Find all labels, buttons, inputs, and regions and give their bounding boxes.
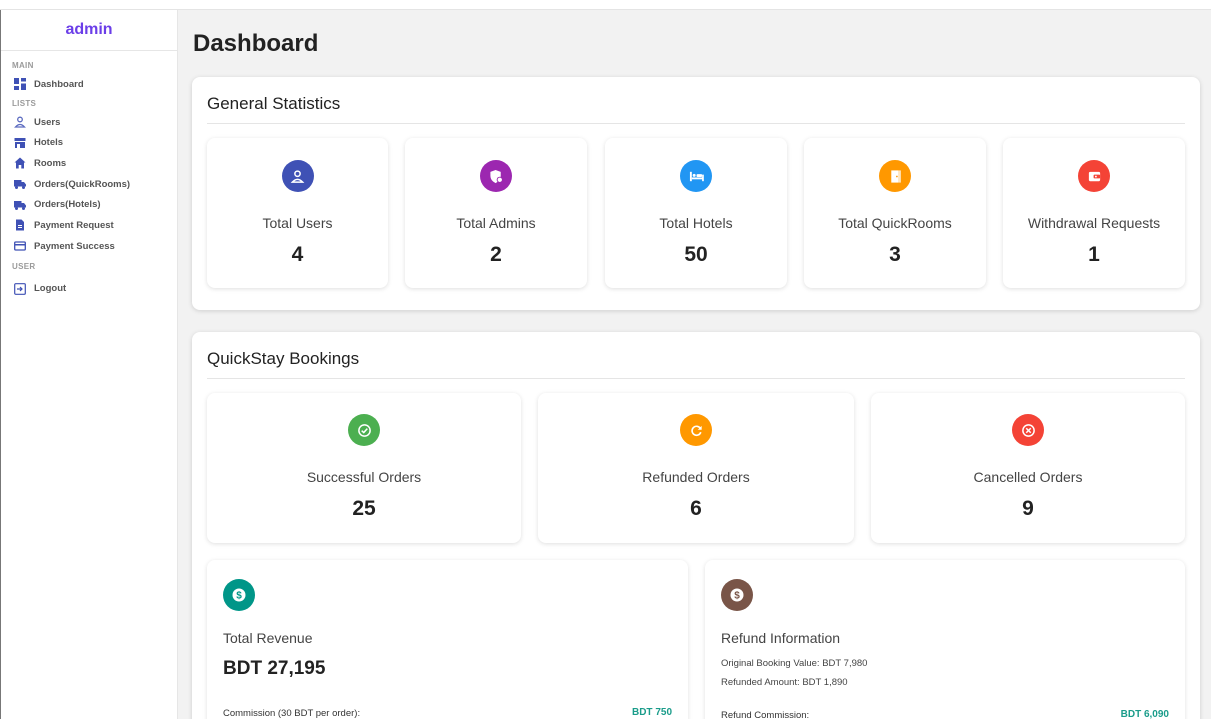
refund-commission-label: Refund Commission: [721,710,810,719]
quickstay-bookings-panel: QuickStay Bookings Successful Orders 25 … [192,332,1200,719]
stat-label: Successful Orders [306,469,422,485]
sidebar-item-payment-request[interactable]: Payment Request [1,215,177,236]
top-bar [0,0,1211,10]
person-icon [281,160,314,192]
main-content: Dashboard General Statistics Total Users… [178,10,1211,719]
stat-value: 25 [352,497,376,520]
revenue-value: BDT 27,195 [223,658,326,679]
stat-card-refunded-orders[interactable]: Refunded Orders 6 [538,393,854,543]
commission-value: BDT 750 [631,707,672,718]
sidebar-item-label: Dashboard [34,78,84,90]
sidebar-section-main: MAIN [12,61,34,70]
admin-shield-icon [480,160,512,192]
stat-card-total-admins[interactable]: Total Admins 2 [405,138,587,288]
sidebar-item-label: Rooms [34,157,67,169]
sidebar-item-logout[interactable]: Logout [1,279,177,300]
sidebar-item-rooms[interactable]: Rooms [1,153,177,174]
sidebar-item-hotels[interactable]: Hotels [1,132,177,153]
stat-value: 9 [1022,497,1034,520]
refund-title: Refund Information [721,630,841,646]
original-booking-value: Original Booking Value: BDT 7,980 [721,658,868,669]
sidebar-item-users[interactable]: Users [1,112,177,133]
stat-label: Total Hotels [659,215,733,231]
stat-card-withdrawal-requests[interactable]: Withdrawal Requests 1 [1003,138,1185,288]
total-revenue-card[interactable]: $ Total Revenue BDT 27,195 Commission (3… [207,560,688,719]
stat-card-cancelled-orders[interactable]: Cancelled Orders 9 [871,393,1185,543]
dollar-circle-icon: $ [223,579,255,611]
user-icon [14,116,26,128]
svg-text:$: $ [236,591,242,602]
sidebar: admin MAIN Dashboard LISTS Users Hotels … [0,10,178,719]
stat-card-total-hotels[interactable]: Total Hotels 50 [605,138,787,288]
refund-information-card[interactable]: $ Refund Information Original Booking Va… [705,560,1185,719]
panel-title: General Statistics [207,94,341,113]
document-icon [16,219,24,231]
stat-value: 50 [684,243,708,266]
sidebar-item-dashboard[interactable]: Dashboard [1,74,177,95]
dashboard-icon [14,78,26,91]
page-title: Dashboard [193,30,319,57]
wallet-icon [1078,160,1110,192]
store-icon [14,137,26,148]
svg-text:$: $ [734,591,740,602]
panel-title: QuickStay Bookings [207,349,360,368]
commission-label: Commission (30 BDT per order): [223,708,361,719]
divider [207,123,1185,124]
sidebar-item-label: Logout [34,283,67,295]
cancel-circle-icon [1012,414,1044,446]
sidebar-item-label: Orders(Hotels) [34,199,101,211]
stat-label: Total Users [262,215,333,231]
sidebar-item-label: Payment Request [34,219,114,231]
refund-commission-value: BDT 6,090 [1120,709,1169,719]
stat-value: 6 [690,497,702,520]
stat-label: Total QuickRooms [838,215,952,231]
stat-value: 4 [291,243,304,266]
logout-icon [14,282,26,295]
truck-icon [14,200,26,210]
dollar-circle-icon: $ [721,579,753,611]
sidebar-item-payment-success[interactable]: Payment Success [1,236,177,257]
refresh-icon [680,414,712,446]
stat-value: 3 [889,243,901,266]
general-statistics-panel: General Statistics Total Users 4 Total A… [192,77,1200,310]
divider [207,378,1185,379]
hotel-bed-icon [680,160,712,192]
stat-label: Refunded Orders [642,469,750,485]
sidebar-section-lists: LISTS [12,98,37,108]
sidebar-item-orders-quickrooms[interactable]: Orders(QuickRooms) [1,174,177,195]
sidebar-item-label: Hotels [34,137,64,149]
revenue-title: Total Revenue [223,630,313,646]
credit-card-icon [14,241,26,251]
sidebar-item-label: Payment Success [34,240,115,252]
stat-label: Total Admins [456,215,536,231]
sidebar-item-label: Orders(QuickRooms) [34,178,131,190]
stat-card-total-users[interactable]: Total Users 4 [207,138,388,288]
stat-label: Withdrawal Requests [1027,215,1161,231]
door-icon [879,160,911,192]
stat-label: Cancelled Orders [973,469,1083,485]
sidebar-item-label: Users [34,116,61,128]
stat-card-total-quickrooms[interactable]: Total QuickRooms 3 [804,138,986,288]
home-icon [14,157,26,169]
brand-logo[interactable]: admin [1,10,177,51]
stat-card-successful-orders[interactable]: Successful Orders 25 [207,393,521,543]
stat-value: 1 [1088,243,1100,266]
stat-value: 2 [490,243,502,266]
truck-icon [14,180,26,190]
sidebar-item-orders-hotels[interactable]: Orders(Hotels) [1,194,177,215]
check-circle-icon [348,414,380,446]
sidebar-section-user: USER [12,261,36,271]
refunded-amount: Refunded Amount: BDT 1,890 [721,677,848,688]
